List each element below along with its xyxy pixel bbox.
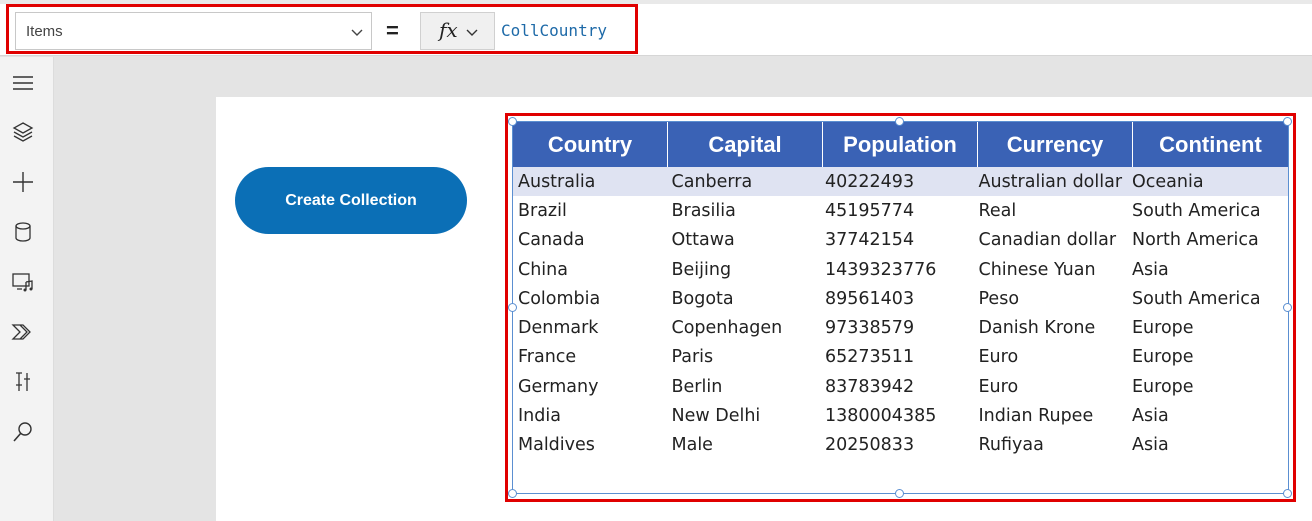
table-cell: Asia <box>1132 406 1169 427</box>
table-cell: Euro <box>978 376 1019 397</box>
table-row[interactable]: Germany Berlin 83783942 Euro Europe <box>513 372 1288 401</box>
table-cell: Peso <box>978 288 1020 309</box>
table-cell: Copenhagen <box>671 318 783 339</box>
resize-handle[interactable] <box>508 117 517 126</box>
table-cell: Oceania <box>1132 171 1204 192</box>
create-collection-button[interactable]: Create Collection <box>235 167 467 234</box>
fx-icon: fx <box>439 18 458 42</box>
table-cell: Asia <box>1132 259 1169 280</box>
table-row[interactable]: Maldives Male 20250833 Rufiyaa Asia <box>513 431 1288 460</box>
power-automate-icon[interactable] <box>11 320 35 344</box>
table-cell: 97338579 <box>825 318 915 339</box>
equals-sign: = <box>386 18 399 43</box>
table-cell: China <box>518 259 568 280</box>
chevron-down-icon <box>466 29 478 36</box>
table-cell: Brazil <box>518 200 567 221</box>
resize-handle[interactable] <box>895 489 904 498</box>
media-icon[interactable] <box>11 270 35 294</box>
data-icon[interactable] <box>11 220 35 244</box>
table-row[interactable]: Colombia Bogota 89561403 Peso South America <box>513 284 1288 313</box>
table-body: Australia Canberra 40222493 Australian doll… <box>513 167 1288 460</box>
chevron-down-icon <box>351 29 363 36</box>
table-cell: Canada <box>518 230 585 251</box>
left-rail <box>0 57 54 521</box>
resize-handle[interactable] <box>895 117 904 126</box>
table-cell: 1439323776 <box>825 259 937 280</box>
table-cell: Danish Krone <box>978 318 1096 339</box>
table-row[interactable]: Australia Canberra 40222493 Australian doll… <box>513 167 1288 197</box>
search-icon[interactable] <box>11 420 35 444</box>
table-cell: Europe <box>1132 376 1194 397</box>
column-header[interactable]: Continent <box>1133 122 1288 167</box>
table-cell: New Delhi <box>671 406 761 427</box>
formula-bar: Items = fx CollCountry <box>0 0 1312 56</box>
table-cell: Colombia <box>518 288 601 309</box>
resize-handle[interactable] <box>508 489 517 498</box>
table-cell: Indian Rupee <box>978 406 1094 427</box>
table-cell: South America <box>1132 288 1261 309</box>
table-row[interactable]: India New Delhi 1380004385 Indian Rupee Asia <box>513 401 1288 430</box>
table-cell: 45195774 <box>825 200 915 221</box>
table-cell: 83783942 <box>825 376 915 397</box>
hamburger-menu-icon[interactable] <box>11 71 35 95</box>
table-cell: 40222493 <box>825 171 915 192</box>
table-cell: Rufiyaa <box>978 435 1044 456</box>
formula-input[interactable]: CollCountry <box>495 12 1305 50</box>
layers-icon[interactable] <box>11 120 35 144</box>
table-cell: North America <box>1132 230 1259 251</box>
table-cell: South America <box>1132 200 1261 221</box>
table-header: Country Capital Population Currency Cont… <box>513 122 1288 167</box>
table-cell: Euro <box>978 347 1019 368</box>
table-cell: Australian dollar <box>978 171 1123 192</box>
table-cell: Maldives <box>518 435 595 456</box>
tools-icon[interactable] <box>11 370 35 394</box>
add-icon[interactable] <box>11 170 35 194</box>
data-table[interactable]: Country Capital Population Currency Cont… <box>512 121 1289 494</box>
top-strip <box>0 0 1312 4</box>
table-cell: Chinese Yuan <box>978 259 1096 280</box>
table-cell: Germany <box>518 376 599 397</box>
table-cell: Europe <box>1132 318 1194 339</box>
property-value: Items <box>26 23 63 40</box>
table-cell: 89561403 <box>825 288 915 309</box>
table-cell: 20250833 <box>825 435 915 456</box>
table-cell: 37742154 <box>825 230 915 251</box>
table-cell: Ottawa <box>671 230 735 251</box>
column-header[interactable]: Population <box>823 122 978 167</box>
table-cell: Real <box>978 200 1017 221</box>
table-cell: Canberra <box>671 171 753 192</box>
table-cell: Europe <box>1132 347 1194 368</box>
table-cell: Australia <box>518 171 596 192</box>
table-row[interactable]: Denmark Copenhagen 97338579 Danish Krone Eur… <box>513 313 1288 342</box>
table-cell: Paris <box>671 347 714 368</box>
table-row[interactable]: Brazil Brasilia 45195774 Real South America <box>513 196 1288 225</box>
resize-handle[interactable] <box>1283 489 1292 498</box>
table-cell: Denmark <box>518 318 599 339</box>
column-header[interactable]: Country <box>513 122 668 167</box>
table-cell: Bogota <box>671 288 734 309</box>
table-cell: Male <box>671 435 713 456</box>
table-cell: France <box>518 347 577 368</box>
table-cell: Brasilia <box>671 200 736 221</box>
column-header[interactable]: Currency <box>978 122 1133 167</box>
table-cell: Asia <box>1132 435 1169 456</box>
table-cell: 1380004385 <box>825 406 937 427</box>
property-dropdown[interactable]: Items <box>15 12 372 50</box>
table-cell: Canadian dollar <box>978 230 1117 251</box>
table-row[interactable]: France Paris 65273511 Euro Europe <box>513 343 1288 372</box>
table-cell: India <box>518 406 561 427</box>
resize-handle[interactable] <box>1283 117 1292 126</box>
table-cell: Berlin <box>671 376 723 397</box>
table-cell: 65273511 <box>825 347 915 368</box>
table-row[interactable]: China Beijing 1439323776 Chinese Yuan Asia <box>513 255 1288 284</box>
column-header[interactable]: Capital <box>668 122 823 167</box>
table-cell: Beijing <box>671 259 732 280</box>
table-row[interactable]: Canada Ottawa 37742154 Canadian dollar North… <box>513 226 1288 255</box>
resize-handle[interactable] <box>508 303 517 312</box>
formula-text: CollCountry <box>501 21 607 40</box>
resize-handle[interactable] <box>1283 303 1292 312</box>
fx-button[interactable]: fx <box>420 12 495 50</box>
